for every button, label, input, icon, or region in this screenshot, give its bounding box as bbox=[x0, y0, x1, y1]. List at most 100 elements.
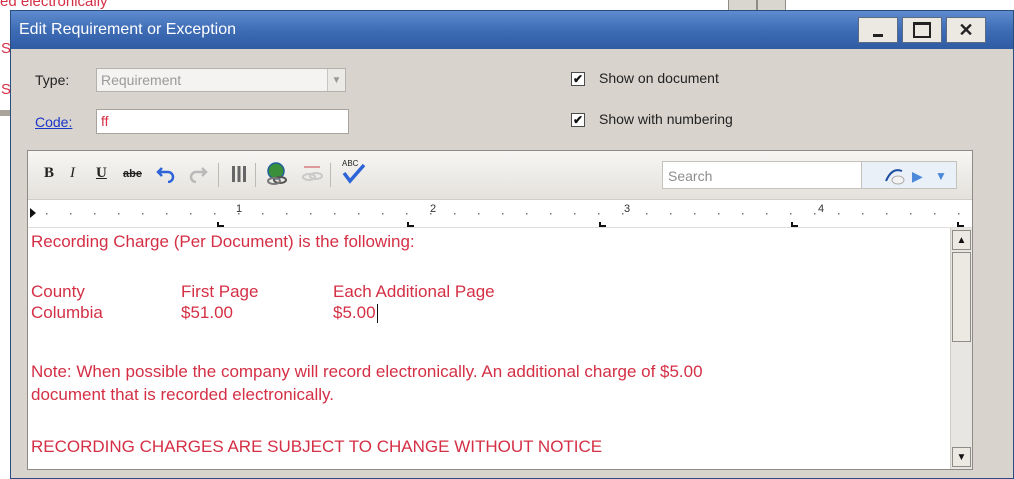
ruler-dot bbox=[526, 213, 528, 215]
eraser-icon bbox=[885, 169, 905, 185]
ruler-dot bbox=[334, 213, 336, 215]
document-line: RECORDING CHARGES ARE SUBJECT TO CHANGE … bbox=[31, 437, 603, 456]
arrow-up-icon: ▲ bbox=[956, 234, 967, 246]
ruler-dot bbox=[910, 213, 912, 215]
strikethrough-button[interactable]: abe bbox=[123, 168, 142, 180]
redo-icon bbox=[189, 167, 208, 184]
search-input[interactable]: Search bbox=[662, 161, 862, 189]
undo-icon bbox=[156, 167, 175, 184]
spellcheck-label: ABC bbox=[342, 159, 359, 168]
italic-button[interactable]: I bbox=[70, 165, 75, 182]
scrollbar-thumb[interactable] bbox=[952, 252, 971, 342]
close-button[interactable]: ✕ bbox=[946, 17, 986, 43]
ruler-dot bbox=[790, 213, 792, 215]
show-on-document-checkbox[interactable]: ✔ bbox=[571, 72, 585, 86]
code-input-value: ff bbox=[101, 113, 109, 129]
ruler-dot bbox=[742, 213, 744, 215]
arrow-down-icon: ▼ bbox=[956, 451, 967, 463]
clear-search-button[interactable] bbox=[882, 165, 906, 192]
type-select[interactable]: Requirement ▼ bbox=[96, 68, 346, 92]
ruler-dot bbox=[286, 213, 288, 215]
ruler[interactable]: 1 2 3 4 bbox=[28, 200, 972, 228]
spellcheck-icon: ABC bbox=[342, 159, 366, 184]
maximize-button[interactable] bbox=[902, 17, 942, 43]
search-options-button[interactable]: ▼ bbox=[935, 169, 947, 183]
remove-link-button[interactable] bbox=[300, 163, 324, 189]
minimize-button[interactable] bbox=[858, 17, 898, 43]
show-with-numbering-label[interactable]: Show with numbering bbox=[599, 111, 733, 127]
ruler-dot bbox=[118, 213, 120, 215]
ruler-dot bbox=[814, 213, 816, 215]
edit-requirement-dialog: Edit Requirement or Exception ✕ Type: Re… bbox=[10, 10, 1014, 479]
unlink-icon bbox=[302, 166, 323, 181]
ruler-dot bbox=[502, 213, 504, 215]
document-line: Recording Charge (Per Document) is the f… bbox=[31, 232, 415, 251]
code-link[interactable]: Code: bbox=[35, 114, 72, 130]
search-controls: ▶ ▼ bbox=[862, 161, 957, 189]
background-text-fragment: ed electronically bbox=[0, 0, 108, 10]
ruler-mark: 1 bbox=[236, 203, 243, 215]
ruler-mark: 3 bbox=[624, 203, 631, 215]
table-header-first-page: First Page bbox=[181, 282, 259, 301]
ruler-dot bbox=[886, 213, 888, 215]
ruler-dot bbox=[310, 213, 312, 215]
show-with-numbering-checkbox[interactable]: ✔ bbox=[571, 113, 585, 127]
editor-toolbar: B I U abe ABC Search ▶ ▼ bbox=[28, 151, 972, 200]
document-content[interactable]: Recording Charge (Per Document) is the f… bbox=[28, 228, 950, 469]
ruler-dot bbox=[142, 213, 144, 215]
ruler-dot bbox=[262, 213, 264, 215]
ruler-dot bbox=[694, 213, 696, 215]
redo-button[interactable] bbox=[188, 163, 208, 187]
insert-link-button[interactable] bbox=[265, 161, 291, 191]
table-header-each-additional-page: Each Additional Page bbox=[333, 282, 495, 301]
ruler-dot bbox=[190, 213, 192, 215]
ruler-dot bbox=[550, 213, 552, 215]
search-placeholder: Search bbox=[668, 168, 713, 184]
ruler-dot bbox=[46, 213, 48, 215]
rich-text-editor: B I U abe ABC Search ▶ ▼ 1 2 3 4 Recordi… bbox=[27, 150, 973, 470]
ruler-dot bbox=[598, 213, 600, 215]
ruler-dot bbox=[214, 213, 216, 215]
ruler-dot bbox=[478, 213, 480, 215]
ruler-dot bbox=[718, 213, 720, 215]
chevron-down-icon[interactable]: ▼ bbox=[327, 69, 345, 91]
toolbar-separator bbox=[330, 163, 331, 187]
vertical-scrollbar[interactable]: ▲ ▼ bbox=[950, 228, 972, 469]
ruler-dot bbox=[406, 213, 408, 215]
spellcheck-button[interactable]: ABC bbox=[340, 157, 368, 191]
titlebar[interactable]: Edit Requirement or Exception ✕ bbox=[11, 11, 1013, 49]
bold-button[interactable]: B bbox=[44, 165, 54, 182]
columns-button[interactable] bbox=[231, 165, 247, 187]
scroll-down-button[interactable]: ▼ bbox=[952, 447, 971, 467]
toolbar-separator bbox=[218, 163, 219, 187]
table-header-county: County bbox=[31, 282, 85, 301]
ruler-dot bbox=[670, 213, 672, 215]
ruler-dot bbox=[382, 213, 384, 215]
type-label: Type: bbox=[35, 72, 70, 88]
close-icon: ✕ bbox=[958, 19, 974, 40]
table-cell-county: Columbia bbox=[31, 303, 103, 322]
search-next-button[interactable]: ▶ bbox=[912, 168, 923, 185]
chevron-down-icon: ▼ bbox=[935, 169, 947, 183]
maximize-icon bbox=[913, 22, 931, 38]
show-on-document-label[interactable]: Show on document bbox=[599, 70, 719, 86]
toolbar-separator bbox=[255, 163, 256, 187]
ruler-dot bbox=[838, 213, 840, 215]
ruler-ticks bbox=[30, 208, 964, 227]
ruler-dot bbox=[646, 213, 648, 215]
ruler-dot bbox=[862, 213, 864, 215]
ruler-dot bbox=[166, 213, 168, 215]
ruler-mark: 2 bbox=[430, 203, 437, 215]
ruler-dot bbox=[94, 213, 96, 215]
play-arrow-icon: ▶ bbox=[912, 168, 923, 184]
window-title: Edit Requirement or Exception bbox=[19, 21, 236, 38]
ruler-dot bbox=[934, 213, 936, 215]
table-cell-first-page: $51.00 bbox=[181, 303, 233, 322]
text-caret bbox=[376, 304, 378, 324]
underline-button[interactable]: U bbox=[96, 165, 107, 182]
scroll-up-button[interactable]: ▲ bbox=[952, 230, 971, 250]
ruler-dot bbox=[574, 213, 576, 215]
undo-button[interactable] bbox=[156, 163, 176, 187]
code-input[interactable]: ff bbox=[96, 109, 349, 134]
ruler-dot bbox=[358, 213, 360, 215]
